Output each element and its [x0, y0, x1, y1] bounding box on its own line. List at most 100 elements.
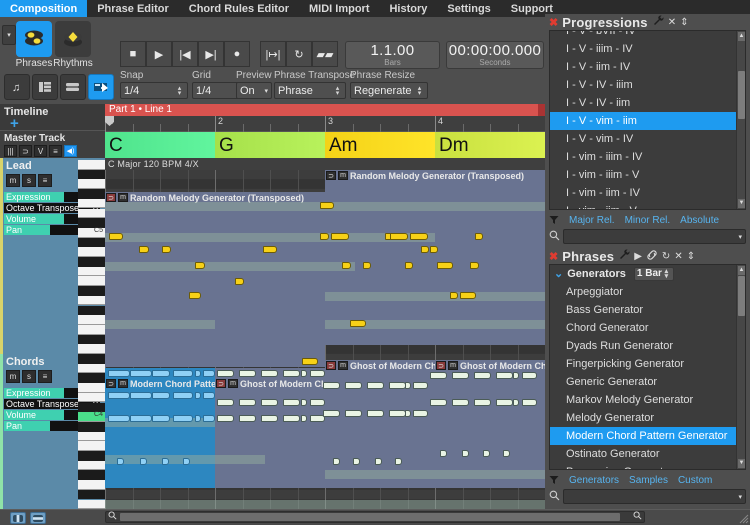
progressions-scroll-thumb[interactable] — [738, 71, 745, 119]
progressions-resize-icon[interactable]: ⇕ — [680, 17, 688, 28]
progressions-filter-absolute[interactable]: Absolute — [680, 215, 719, 226]
midi-note[interactable] — [367, 410, 384, 417]
midi-note[interactable] — [452, 372, 469, 379]
track-solo-button[interactable]: s — [22, 174, 36, 187]
midi-note[interactable] — [140, 458, 147, 465]
piano-key-white[interactable] — [78, 499, 105, 510]
phrase-item[interactable]: Dyads Run Generator — [550, 337, 736, 355]
midi-note[interactable] — [390, 233, 408, 240]
piano-key-black[interactable] — [78, 169, 105, 180]
progressions-search-caret-icon[interactable]: ▾ — [738, 233, 742, 241]
phrases-collapse-icon[interactable]: ✕ — [674, 251, 682, 262]
progressions-list[interactable]: I - V - bVII - IV I - V - iiim - IV I - V … — [549, 30, 746, 210]
phrase-resize-select[interactable]: Regenerate ▴ ▾ — [350, 82, 428, 99]
hscroll-zoom-out-icon[interactable] — [108, 511, 117, 523]
midi-note[interactable] — [283, 370, 300, 377]
piano-key-white[interactable] — [78, 441, 105, 451]
piano-key-black[interactable] — [78, 421, 105, 432]
chord-segment[interactable]: Am — [325, 132, 435, 158]
progression-item[interactable]: I - V - vim - iim — [550, 112, 736, 130]
piano-key-black[interactable] — [78, 334, 105, 345]
clip-loop-icon[interactable]: ⊃ — [106, 379, 116, 388]
hscroll-thumb[interactable] — [120, 513, 620, 521]
piano-key-white[interactable] — [78, 276, 105, 287]
midi-note[interactable] — [217, 370, 234, 377]
phrases-mode-button[interactable]: Phrases — [14, 21, 54, 69]
midi-note[interactable] — [410, 233, 428, 240]
midi-clip[interactable] — [325, 360, 435, 488]
piano-key-white[interactable] — [78, 295, 105, 306]
midi-note[interactable] — [183, 458, 190, 465]
phrases-link-icon[interactable] — [646, 249, 658, 264]
progression-item[interactable]: I - V - bVII - IV — [550, 31, 736, 40]
clip-loop-icon[interactable]: ⊃ — [106, 193, 116, 202]
phrase-length-select[interactable]: 1 Bar ▴ ▾ — [633, 267, 674, 281]
midi-note[interactable] — [405, 382, 411, 389]
piano-key-white[interactable] — [78, 383, 105, 393]
midi-note[interactable] — [342, 262, 351, 269]
loop-region-button[interactable]: |↦| — [260, 41, 286, 67]
midi-note[interactable] — [261, 399, 278, 406]
clip-mute-icon[interactable]: m — [338, 171, 348, 180]
midi-note[interactable] — [474, 399, 491, 406]
loop-toggle-button[interactable]: ↻ — [286, 41, 312, 67]
note-grid[interactable]: ⊃ m Random Melody Generator (Transposed) ⊃ m… — [105, 170, 545, 509]
midi-note[interactable] — [421, 246, 429, 253]
midi-note[interactable] — [483, 450, 490, 457]
midi-note[interactable] — [217, 399, 234, 406]
progressions-scroll-up-icon[interactable]: ▲ — [738, 32, 745, 41]
chord-segment[interactable]: Dm — [435, 132, 545, 158]
view-tracks-button[interactable] — [32, 74, 58, 100]
midi-note[interactable] — [217, 415, 234, 422]
phrases-filter-samples[interactable]: Samples — [629, 475, 668, 486]
phrases-close-icon[interactable]: ✖ — [549, 250, 558, 263]
menu-item-settings[interactable]: Settings — [437, 0, 500, 17]
menu-item-midi-import[interactable]: MIDI Import — [299, 0, 380, 17]
midi-note[interactable] — [522, 399, 537, 406]
progressions-scroll-down-icon[interactable]: ▼ — [738, 199, 745, 208]
midi-note[interactable] — [263, 246, 277, 253]
midi-note[interactable] — [302, 358, 318, 365]
phrase-item[interactable]: Melody Generator — [550, 409, 736, 427]
midi-note[interactable] — [345, 410, 362, 417]
piano-key-white[interactable] — [78, 363, 105, 374]
midi-note[interactable] — [130, 392, 152, 399]
progressions-search-input[interactable]: ▾ — [563, 229, 746, 244]
progression-item[interactable]: I - vim - iim - V — [550, 202, 736, 209]
phrases-play-icon[interactable]: ▶ — [634, 251, 642, 262]
part-bar[interactable]: Part 1 • Line 1 — [105, 104, 545, 116]
chord-segment[interactable]: G — [215, 132, 325, 158]
track-mute-button[interactable]: m — [6, 370, 20, 383]
midi-note[interactable] — [283, 415, 300, 422]
piano-key-white[interactable]: C4 — [78, 411, 105, 422]
midi-note[interactable] — [320, 233, 329, 240]
midi-note[interactable] — [239, 399, 256, 406]
clip-loop-icon[interactable]: ⊃ — [216, 379, 226, 388]
clip-mute-icon[interactable]: m — [338, 361, 348, 370]
clip-mute-icon[interactable]: m — [118, 193, 128, 202]
progression-item[interactable]: I - V - iim - IV — [550, 58, 736, 76]
piano-key-white[interactable]: C5 — [78, 227, 105, 238]
phrases-scrollbar[interactable]: ▲ ▼ — [736, 265, 745, 469]
midi-note[interactable] — [173, 370, 193, 377]
phrase-item[interactable]: Modern Chord Pattern Generator — [550, 427, 736, 445]
midi-note[interactable] — [430, 372, 447, 379]
midi-note[interactable] — [437, 262, 453, 269]
midi-note[interactable] — [413, 410, 428, 417]
midi-clip[interactable] — [435, 360, 545, 488]
midi-note[interactable] — [301, 399, 307, 406]
menu-item-composition[interactable]: Composition — [0, 0, 88, 17]
midi-note[interactable] — [203, 370, 215, 377]
midi-clip-header[interactable]: ⊃mGhost of Modern Chord Pattern — [215, 378, 325, 389]
rewind-to-start-button[interactable]: |◀ — [172, 41, 198, 67]
piano-key-black[interactable] — [78, 354, 105, 364]
clip-mute-icon[interactable]: m — [228, 379, 238, 388]
midi-note[interactable] — [405, 262, 413, 269]
midi-clip-header[interactable]: ⊃mGhost of Modern Chord Pattern — [325, 360, 435, 371]
track-menu-button[interactable]: ≡ — [38, 174, 52, 187]
midi-note[interactable] — [189, 292, 201, 299]
phrase-item[interactable]: Percussion Generator — [550, 463, 736, 469]
midi-note[interactable] — [173, 415, 193, 422]
midi-note[interactable] — [195, 370, 201, 377]
midi-note[interactable] — [389, 410, 406, 417]
